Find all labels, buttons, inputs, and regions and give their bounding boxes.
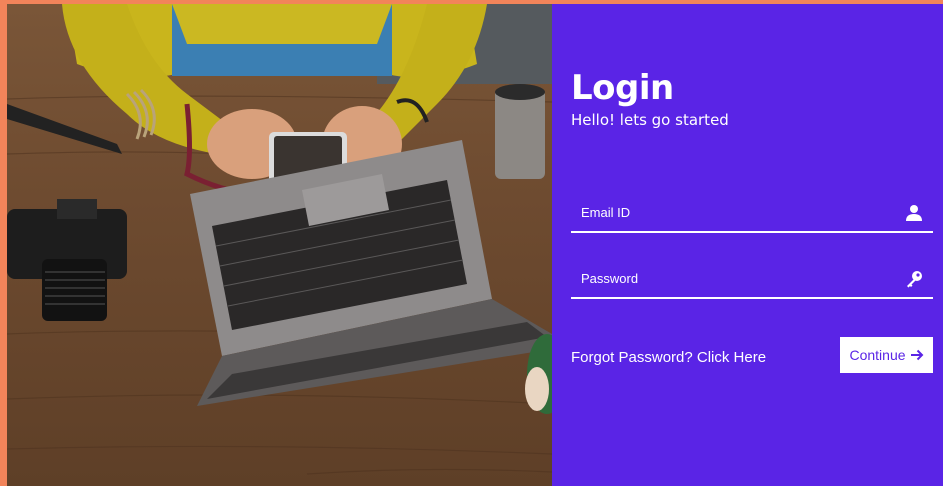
login-card: Login Hello! lets go started Forgot Pass… (7, 4, 943, 486)
login-subtitle: Hello! lets go started (571, 111, 729, 129)
arrow-right-icon (910, 349, 923, 361)
email-field-group (571, 197, 933, 233)
user-icon (906, 205, 922, 221)
login-panel: Login Hello! lets go started Forgot Pass… (552, 4, 943, 486)
forgot-password-link[interactable]: Forgot Password? Click Here (571, 349, 766, 366)
password-input[interactable] (571, 263, 901, 293)
continue-label: Continue (849, 347, 906, 363)
password-field-group (571, 263, 933, 299)
desk-illustration (7, 4, 552, 475)
email-input[interactable] (571, 197, 901, 227)
hero-photo (7, 4, 552, 486)
continue-button[interactable]: Continue (840, 337, 933, 373)
login-title: Login (571, 68, 674, 108)
key-icon (907, 271, 922, 288)
